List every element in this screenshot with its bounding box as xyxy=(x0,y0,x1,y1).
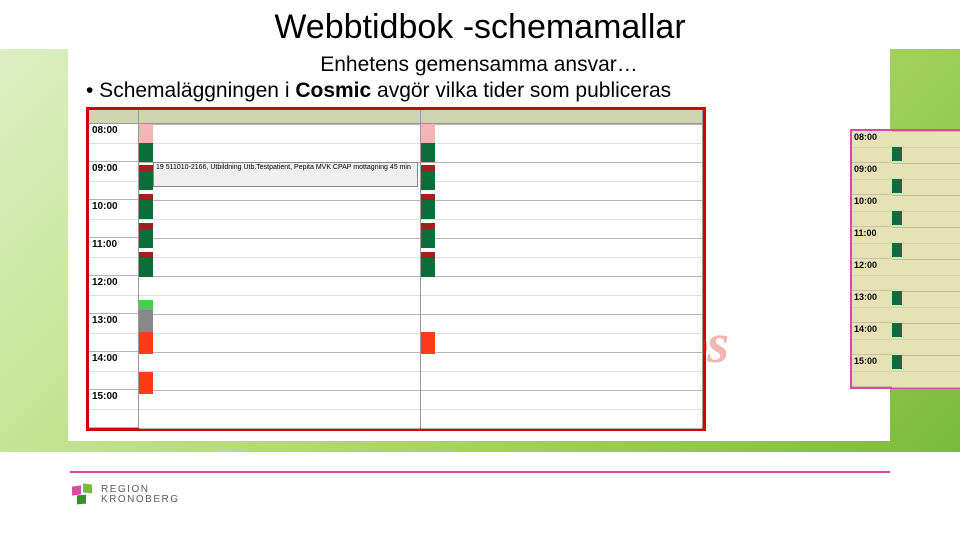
time-label: 08:00 xyxy=(89,124,138,162)
slot-stripe xyxy=(421,143,435,162)
brand-line-2: KRONOBERG xyxy=(101,495,180,505)
calendar-column-2 xyxy=(421,110,703,428)
main-calendar: Cos 08:0009:0010:0011:0012:0013:0014:001… xyxy=(86,107,706,431)
time-label: 14:00 xyxy=(852,323,892,355)
slide-title: Webbtidbok -schemamallar xyxy=(274,8,685,47)
slot-stripe xyxy=(139,372,153,394)
slot-stripe xyxy=(139,200,153,219)
time-label: 10:00 xyxy=(89,200,138,238)
slot-stripe xyxy=(892,211,902,225)
bullet-prefix: • Schemaläggningen i xyxy=(86,79,295,102)
time-label: 13:00 xyxy=(852,291,892,323)
slot-stripe xyxy=(139,124,153,143)
slot-stripe xyxy=(892,291,902,305)
slot-stripe xyxy=(139,310,153,332)
slot-stripe xyxy=(892,323,902,337)
time-label: 10:00 xyxy=(852,195,892,227)
slot-stripe xyxy=(421,229,435,248)
time-label: 13:00 xyxy=(89,314,138,352)
bullet-suffix: avgör vilka tider som publiceras xyxy=(371,79,671,102)
calendar-column-1: 19 511010-2166, Utbildning Utb.Testpatie… xyxy=(139,110,421,428)
slot-stripe xyxy=(139,258,153,277)
time-label: 09:00 xyxy=(852,163,892,195)
time-label: 12:00 xyxy=(89,276,138,314)
slot-stripe xyxy=(892,179,902,193)
time-label: 14:00 xyxy=(89,352,138,390)
time-label: 09:00 xyxy=(89,162,138,200)
time-label: 15:00 xyxy=(852,355,892,387)
side-calendar: 08:0009:0010:0011:0012:0013:0014:0015:00 xyxy=(850,129,960,389)
time-label: 15:00 xyxy=(89,390,138,428)
region-logo-icon xyxy=(72,484,94,506)
brand-text: REGION KRONOBERG xyxy=(101,485,180,505)
slot-stripe xyxy=(892,147,902,161)
slot-stripe xyxy=(139,332,153,354)
bullet-bold: Cosmic xyxy=(295,79,371,102)
slot-stripe xyxy=(139,143,153,162)
slot-stripe xyxy=(139,300,153,310)
title-band: Webbtidbok -schemamallar xyxy=(0,0,960,49)
slot-stripe xyxy=(892,355,902,369)
slot-stripe xyxy=(421,124,435,143)
footer-divider xyxy=(70,471,890,473)
subtitle: Enhetens gemensamma ansvar… xyxy=(80,53,878,77)
time-label: 08:00 xyxy=(852,131,892,163)
time-label: 12:00 xyxy=(852,259,892,291)
slot-stripe xyxy=(139,171,153,190)
calendar-event: 19 511010-2166, Utbildning Utb.Testpatie… xyxy=(153,162,418,187)
bullet-line: • Schemaläggningen i Cosmic avgör vilka … xyxy=(86,79,878,103)
slot-stripe xyxy=(892,243,902,257)
footer: REGION KRONOBERG xyxy=(72,484,180,506)
time-axis: 08:0009:0010:0011:0012:0013:0014:0015:00 xyxy=(89,110,139,428)
time-label: 11:00 xyxy=(89,238,138,276)
slot-stripe xyxy=(421,200,435,219)
slot-stripe xyxy=(421,171,435,190)
body-band: Enhetens gemensamma ansvar… • Schemalägg… xyxy=(68,49,890,441)
slot-stripe xyxy=(421,258,435,277)
slot-stripe xyxy=(421,332,435,354)
slot-stripe xyxy=(139,229,153,248)
time-label: 11:00 xyxy=(852,227,892,259)
